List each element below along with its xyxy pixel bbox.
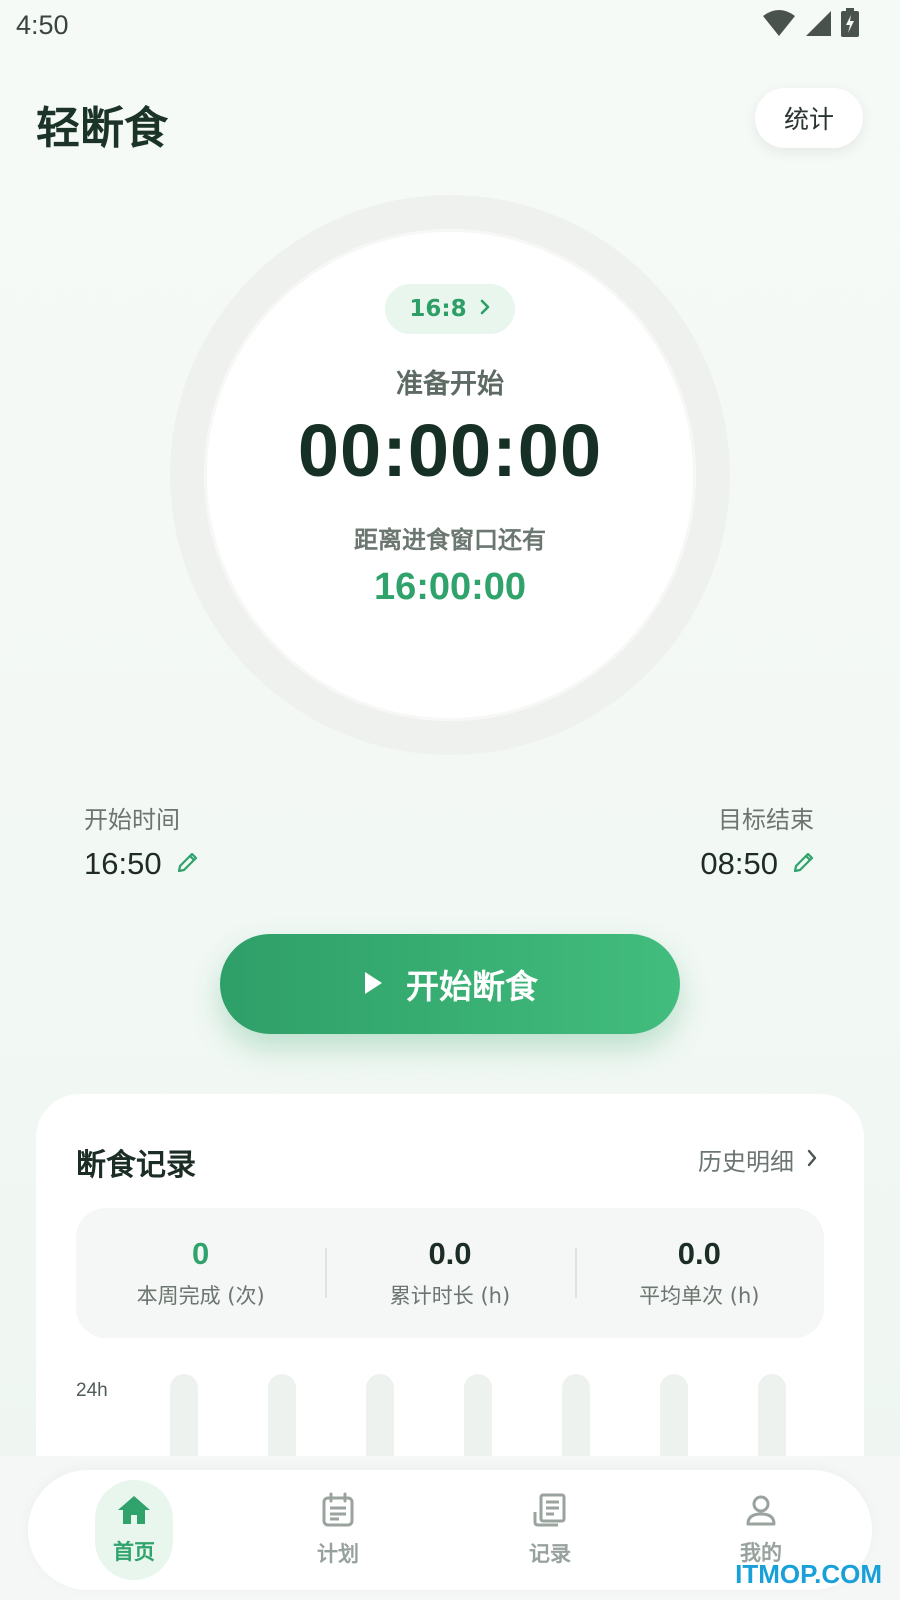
nav-label: 计划	[317, 1542, 359, 1566]
history-link-label: 历史明细	[698, 1148, 794, 1176]
stat-value: 0.0	[428, 1236, 472, 1271]
end-time[interactable]: 08:50	[700, 846, 816, 882]
wifi-icon	[762, 9, 796, 41]
nav-item-home[interactable]: 首页	[95, 1480, 173, 1580]
app-title: 轻断食	[36, 103, 168, 154]
receipt-icon	[532, 1492, 568, 1532]
stat-average-hours: 0.0 平均单次 (h)	[574, 1208, 824, 1338]
countdown-timer: 16:00:00	[373, 566, 527, 608]
plan-selector[interactable]: 16:8	[385, 284, 515, 334]
nav-item-plan[interactable]: 计划	[299, 1480, 377, 1580]
pencil-icon[interactable]	[176, 846, 200, 882]
start-fasting-label: 开始断食	[406, 967, 538, 1006]
start-time-label: 开始时间	[84, 806, 180, 834]
start-time[interactable]: 16:50	[84, 846, 200, 882]
cell-signal-icon	[804, 9, 832, 41]
stat-label: 累计时长 (h)	[389, 1284, 511, 1308]
nav-label: 记录	[529, 1542, 571, 1566]
stat-value: 0.0	[677, 1236, 721, 1271]
nav-item-records[interactable]: 记录	[511, 1480, 589, 1580]
stat-label: 平均单次 (h)	[639, 1284, 760, 1308]
home-icon	[116, 1494, 152, 1530]
chevron-right-icon	[806, 1146, 818, 1174]
stats-button[interactable]: 统计	[755, 88, 863, 148]
user-icon	[744, 1493, 778, 1531]
countdown-caption: 距离进食窗口还有	[354, 526, 546, 554]
fasting-status: 准备开始	[396, 369, 504, 400]
stat-week-count: 0 本周完成 (次)	[76, 1208, 325, 1338]
status-time: 4:50	[16, 10, 69, 40]
calendar-icon	[320, 1492, 356, 1532]
end-time-value: 08:50	[700, 846, 778, 881]
stat-total-hours: 0.0 累计时长 (h)	[325, 1208, 574, 1338]
watermark: ITMOP.COM	[735, 1559, 882, 1589]
history-link[interactable]: 历史明细	[698, 1142, 818, 1177]
battery-icon	[840, 8, 860, 42]
records-title: 断食记录	[76, 1148, 196, 1183]
end-time-label: 目标结束	[718, 806, 814, 834]
chevron-right-icon	[479, 296, 491, 322]
stat-value: 0	[192, 1236, 210, 1271]
pencil-icon[interactable]	[792, 846, 816, 882]
chart-axis-label: 24h	[76, 1380, 108, 1401]
stats-panel: 0 本周完成 (次) 0.0 累计时长 (h) 0.0 平均单次 (h)	[76, 1208, 824, 1338]
elapsed-timer: 00:00:00	[297, 409, 603, 492]
status-bar: 4:50	[0, 0, 900, 50]
nav-label: 首页	[113, 1540, 155, 1564]
start-fasting-button[interactable]: 开始断食	[220, 934, 680, 1034]
play-icon	[362, 965, 384, 1004]
status-icons	[762, 8, 860, 42]
start-time-value: 16:50	[84, 846, 162, 881]
plan-label: 16:8	[409, 296, 467, 322]
stat-label: 本周完成 (次)	[136, 1284, 265, 1308]
